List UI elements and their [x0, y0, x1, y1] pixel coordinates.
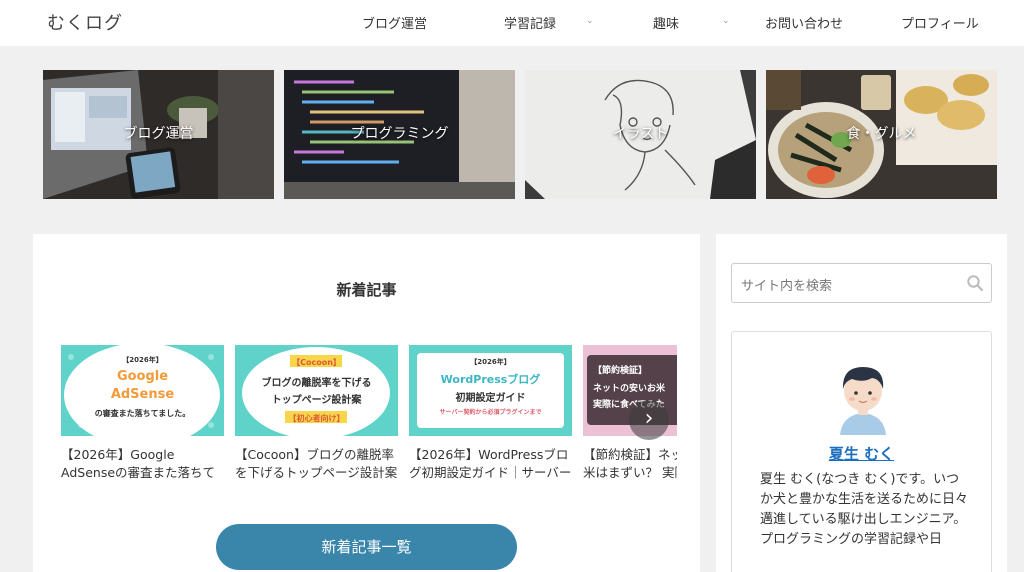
- thumb-text: トップページ設計案: [271, 395, 362, 406]
- category-label: 食・グルメ: [846, 126, 917, 142]
- thumb-text: AdSense: [110, 387, 175, 402]
- post-thumbnail[interactable]: 【2026年】 Google AdSense の審査また落ちてました。: [61, 345, 224, 436]
- sidebar: サイト内を検索 夏生 むく 夏生 むく(なつき むく)です。いつか犬と豊かな生活…: [716, 234, 1007, 572]
- post-title[interactable]: 【節約検証】ネットの安いお米はまずい？ 実際に食べてみた: [583, 446, 677, 482]
- thumb-text: ネットの安いお米: [593, 384, 666, 394]
- thumb-text: 初期設定ガイド: [455, 393, 526, 404]
- post-card[interactable]: 【Cocoon】 ブログの離脱率を下げる トップページ設計案 【初心者向け】 【…: [235, 345, 398, 482]
- thumb-tag: 【初心者向け】: [288, 414, 345, 423]
- new-posts-section: 新着記事 【2026年】 Google AdSense の審査また落ちてました。…: [33, 234, 700, 572]
- profile-card: 夏生 むく 夏生 むく(なつき むく)です。いつか犬と豊かな生活を送るために日々…: [731, 331, 992, 572]
- category-tile-programming[interactable]: プログラミング: [284, 70, 515, 199]
- thumb-text: ブログの離脱率を下げる: [261, 378, 372, 389]
- nav-item-study[interactable]: 学習記録: [504, 13, 556, 32]
- thumb-tag: 【Cocoon】: [292, 358, 341, 367]
- avatar: [840, 367, 886, 435]
- post-title[interactable]: 【2026年】Google AdSenseの審査また落ちてました。: [61, 446, 224, 482]
- post-title[interactable]: 【2026年】WordPressブログ初期設定ガイド｜サーバー契約から必須プラグ…: [409, 446, 572, 482]
- category-tile-blog[interactable]: ブログ運営: [43, 70, 274, 199]
- thumb-text: の審査また落ちてました。: [94, 409, 191, 418]
- site-header: むくログ ブログ運営 学習記録 ⌄ 趣味 ⌄ お問い合わせ プロフィール: [0, 0, 1024, 46]
- thumb-text: サーバー契約から必須プラグインまで: [439, 409, 542, 416]
- chevron-down-icon[interactable]: ⌄: [722, 16, 730, 26]
- nav-item-contact[interactable]: お問い合わせ: [765, 13, 843, 32]
- post-thumbnail[interactable]: 【Cocoon】 ブログの離脱率を下げる トップページ設計案 【初心者向け】: [235, 345, 398, 436]
- thumb-tag: 【節約検証】: [593, 366, 648, 376]
- category-label: ブログ運営: [123, 126, 194, 142]
- category-label: イラスト: [612, 126, 669, 142]
- search-icon[interactable]: [966, 274, 984, 292]
- category-tile-food[interactable]: 食・グルメ: [766, 70, 997, 199]
- thumb-year: 【2026年】: [470, 358, 511, 366]
- post-thumbnail[interactable]: 【2026年】 WordPressブログ 初期設定ガイド サーバー契約から必須プ…: [409, 345, 572, 436]
- profile-bio: 夏生 むく(なつき むく)です。いつか犬と豊かな生活を送るために日々邁進している…: [760, 472, 969, 547]
- site-logo[interactable]: むくログ: [47, 9, 123, 35]
- chevron-down-icon[interactable]: ⌄: [586, 16, 594, 26]
- carousel-next-button[interactable]: ›: [629, 400, 669, 440]
- post-carousel[interactable]: 【2026年】 Google AdSense の審査また落ちてました。 【202…: [61, 234, 677, 572]
- category-label: プログラミング: [350, 126, 449, 142]
- nav-item-hobby[interactable]: 趣味: [653, 13, 679, 32]
- profile-name[interactable]: 夏生 むく: [732, 443, 991, 464]
- post-card[interactable]: 【2026年】 WordPressブログ 初期設定ガイド サーバー契約から必須プ…: [409, 345, 572, 482]
- post-title[interactable]: 【Cocoon】ブログの離脱率を下げるトップページ設計案: [235, 446, 398, 482]
- thumb-text: WordPressブログ: [440, 373, 541, 386]
- nav-item-profile[interactable]: プロフィール: [901, 13, 979, 32]
- category-tile-illustration[interactable]: イラスト: [525, 70, 756, 199]
- thumb-year: 【2026年】: [122, 356, 163, 364]
- nav-item-blog[interactable]: ブログ運営: [362, 13, 427, 32]
- all-posts-button[interactable]: 新着記事一覧: [216, 524, 517, 570]
- chevron-right-icon: ›: [644, 406, 654, 431]
- post-card[interactable]: 【2026年】 Google AdSense の審査また落ちてました。 【202…: [61, 345, 224, 482]
- search-placeholder: サイト内を検索: [741, 279, 833, 294]
- thumb-text: Google: [116, 369, 169, 384]
- search-input[interactable]: サイト内を検索: [731, 263, 992, 303]
